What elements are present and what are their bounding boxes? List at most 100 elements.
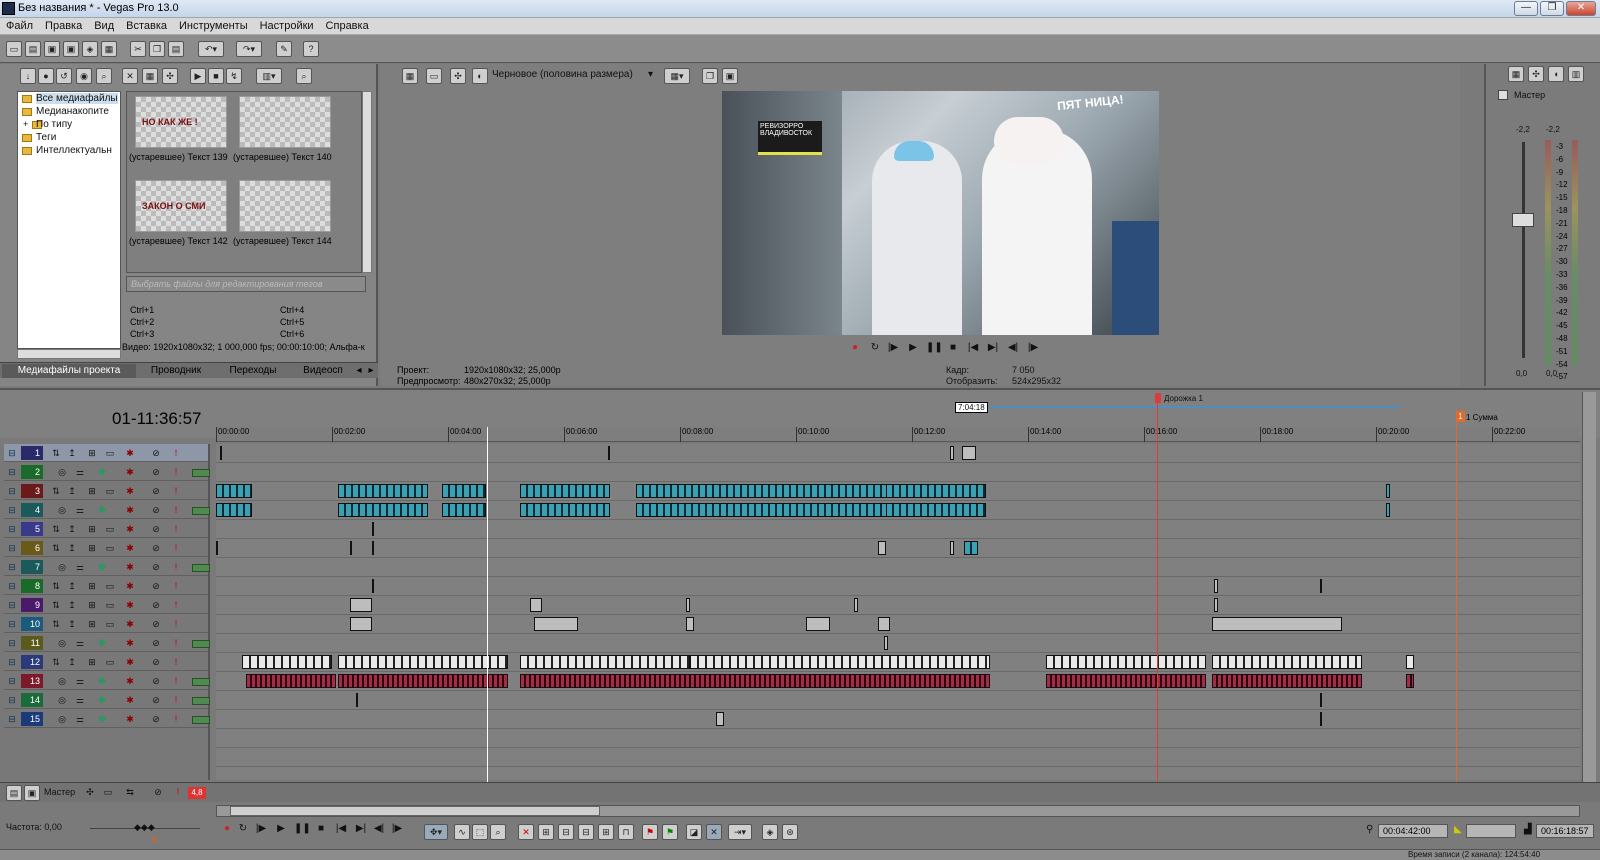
external-monitor-icon[interactable]: ▭ — [426, 68, 442, 84]
timeline-clip[interactable] — [338, 655, 508, 669]
track-lane[interactable] — [216, 501, 1580, 520]
track-fx-chain-icon[interactable]: ✱ — [124, 523, 136, 535]
track-volume[interactable] — [192, 716, 210, 724]
thumbnail[interactable]: ЗАКОН О СМИ — [135, 180, 227, 232]
rate-slider-handle-icon[interactable]: ▲ — [150, 833, 159, 843]
track-header[interactable]: ⊟ 2 ◎ ⚌ ✥ ✱ ⊘! — [4, 463, 210, 481]
record-icon[interactable]: ● — [848, 341, 862, 355]
tab-transitions[interactable]: Переходы — [216, 364, 290, 378]
overlays-icon[interactable]: ▦▾ — [664, 68, 690, 84]
play-from-start-icon[interactable]: |▶ — [886, 341, 900, 355]
track-fx-chain-icon[interactable]: ✱ — [124, 599, 136, 611]
track-fx-chain-icon[interactable]: ✱ — [124, 656, 136, 668]
track-solo-icon[interactable]: ! — [170, 675, 182, 687]
play-icon[interactable]: ▶ — [274, 822, 288, 836]
track-composite-icon[interactable]: ↥ — [66, 599, 78, 611]
track-pan-icon[interactable]: ▭ — [104, 447, 116, 459]
timeline-clip[interactable] — [350, 598, 372, 612]
track-expand-icon[interactable]: ⊟ — [6, 694, 18, 706]
previous-frame-icon[interactable]: ◀| — [372, 822, 386, 836]
track-fx-icon[interactable]: ⊞ — [86, 599, 98, 611]
track-lane[interactable] — [216, 748, 1580, 767]
track-mute-icon[interactable]: ⊘ — [150, 542, 162, 554]
track-motion-icon[interactable]: ⇅ — [50, 542, 62, 554]
menu-settings[interactable]: Настройки — [254, 18, 320, 32]
track-pan-icon[interactable]: ▭ — [104, 542, 116, 554]
track-motion-icon[interactable]: ⇅ — [50, 618, 62, 630]
tree-item-by-type[interactable]: По типу — [36, 119, 72, 130]
tag-shortcut[interactable]: Ctrl+3 — [130, 329, 154, 339]
tabs-left-icon[interactable]: ◂ — [354, 364, 364, 378]
timeline-clip[interactable] — [1406, 655, 1414, 669]
track-lane[interactable] — [216, 672, 1580, 691]
track-volume[interactable] — [192, 697, 210, 705]
timeline-clip[interactable] — [886, 503, 986, 517]
track-lane[interactable] — [216, 691, 1580, 710]
track-expand-icon[interactable]: ⊟ — [6, 561, 18, 573]
timeline-clip[interactable] — [690, 655, 990, 669]
timeline-clip[interactable] — [1386, 503, 1390, 517]
track-solo-icon[interactable]: ! — [170, 561, 182, 573]
track-pan-icon[interactable]: ✥ — [96, 637, 108, 649]
ignore-grouping-icon[interactable]: ⊛ — [782, 824, 798, 840]
selection-start[interactable] — [1466, 824, 1516, 838]
marker-icon[interactable]: ⚑ — [642, 824, 658, 840]
track-fx-chain-icon[interactable]: ✱ — [124, 504, 136, 516]
track-mute-icon[interactable]: ⊘ — [150, 523, 162, 535]
split-screen-icon[interactable]: ◐ — [472, 68, 488, 84]
track-lane[interactable] — [216, 444, 1580, 463]
track-solo-icon[interactable]: ! — [170, 504, 182, 516]
track-fx-chain-icon[interactable]: ✱ — [124, 466, 136, 478]
track-composite-icon[interactable]: ↥ — [66, 485, 78, 497]
track-eq-icon[interactable]: ⚌ — [74, 561, 86, 573]
track-solo-icon[interactable]: ! — [170, 656, 182, 668]
track-mute-icon[interactable]: ⊘ — [150, 485, 162, 497]
timeline-clip[interactable] — [520, 655, 690, 669]
tag-shortcut[interactable]: Ctrl+6 — [280, 329, 304, 339]
track-solo-icon[interactable]: ! — [170, 523, 182, 535]
split-icon[interactable]: ⊞ — [598, 824, 614, 840]
track-motion-icon[interactable]: ⇅ — [50, 580, 62, 592]
track-mute-icon[interactable]: ⊘ — [150, 675, 162, 687]
tree-item-smart[interactable]: Интеллектуальн — [36, 145, 112, 156]
pause-icon[interactable]: ❚❚ — [294, 822, 311, 836]
tab-video-fx[interactable]: Видеосп — [294, 364, 352, 378]
track-header[interactable]: ⊟ 10 ⇅ ↥ ⊞ ▭ ✱ ⊘! — [4, 615, 208, 633]
loop-region-bar[interactable] — [990, 406, 1400, 408]
import-icon[interactable]: ↓ — [20, 68, 36, 84]
track-header[interactable]: ⊟ 12 ⇅ ↥ ⊞ ▭ ✱ ⊘! — [4, 653, 208, 671]
new-project-icon[interactable]: ▭ — [6, 41, 22, 57]
track-pan-icon[interactable]: ✥ — [96, 694, 108, 706]
master-props-icon[interactable]: ▣ — [24, 785, 40, 801]
track-lane[interactable] — [216, 596, 1580, 615]
track-eq-icon[interactable]: ⚌ — [74, 466, 86, 478]
track-lane[interactable] — [216, 577, 1580, 596]
save-as-icon[interactable]: ▣ — [63, 41, 79, 57]
copy-snapshot-icon[interactable]: ❐ — [702, 68, 718, 84]
track-fx-chain-icon[interactable]: ✱ — [124, 713, 136, 725]
track-mute-icon[interactable]: ⊘ — [150, 447, 162, 459]
thumbnail[interactable] — [239, 180, 331, 232]
timeline-clip[interactable] — [338, 503, 428, 517]
rate-slider-icon[interactable]: ◆◆◆ — [134, 822, 155, 833]
timeline-clip[interactable] — [1320, 579, 1322, 593]
master-solo-icon[interactable]: ! — [172, 786, 184, 798]
track-motion-icon[interactable]: ⇅ — [50, 447, 62, 459]
stop-icon[interactable]: ■ — [314, 822, 328, 836]
end-marker[interactable]: 1 — [1456, 411, 1465, 422]
meter-options-icon[interactable]: ▦ — [1508, 66, 1524, 82]
timeline-clip[interactable] — [964, 541, 978, 555]
loop-icon[interactable]: ↻ — [868, 341, 882, 355]
track-mute-icon[interactable]: ⊘ — [150, 466, 162, 478]
timeline-clip[interactable] — [338, 674, 508, 688]
track-arm-icon[interactable]: ◎ — [56, 466, 68, 478]
track-solo-icon[interactable]: ! — [170, 637, 182, 649]
track-lane[interactable] — [216, 539, 1580, 558]
search-icon[interactable]: ⌕ — [296, 68, 312, 84]
track-fx-chain-icon[interactable]: ✱ — [124, 561, 136, 573]
video-preview[interactable]: РЕВИЗОРРО ВЛАДИВОСТОК ПЯТ НИЦА! — [722, 91, 1159, 335]
tree-item-bins[interactable]: Медианакопите — [36, 106, 109, 117]
tab-project-media[interactable]: Медиафайлы проекта — [2, 364, 136, 378]
timeline-clip[interactable] — [372, 541, 374, 555]
tag-filter-field[interactable]: Выбрать файлы для редактирования тегов — [126, 276, 366, 292]
